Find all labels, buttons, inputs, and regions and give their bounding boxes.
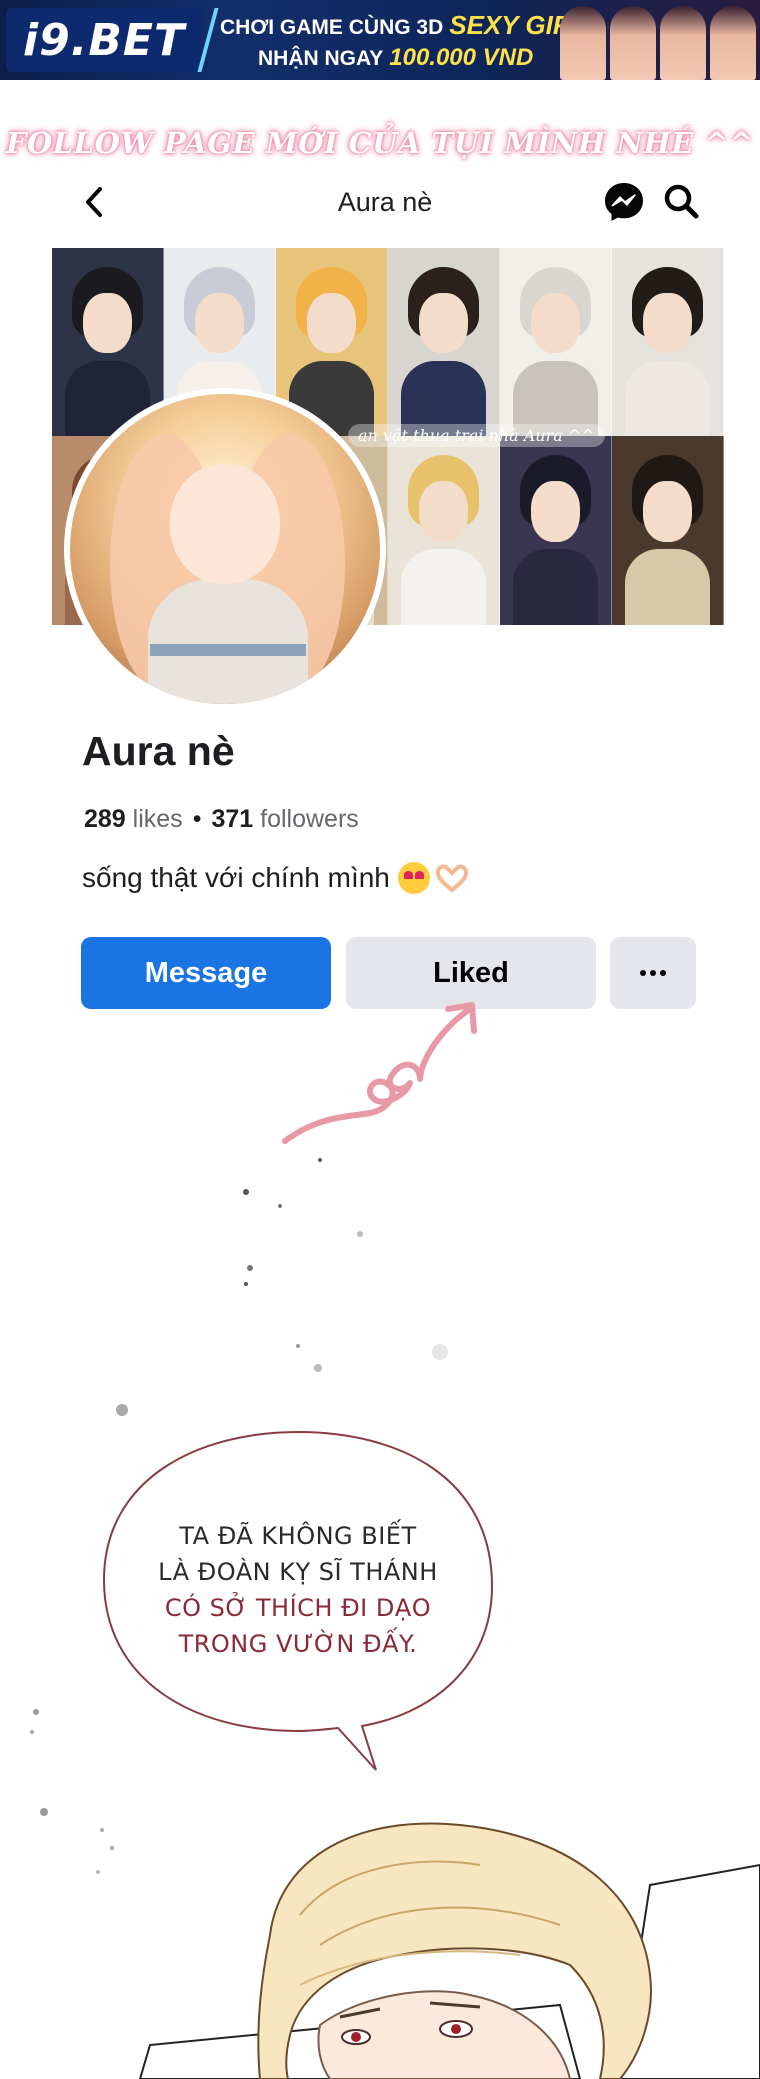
profile-bio: sống thật với chính mình [82,862,470,894]
cover-tile [500,248,612,436]
message-button-label: Message [144,956,268,989]
ad-figure [560,6,606,80]
likes-label[interactable]: likes [133,805,183,833]
ad-line1-text: CHƠI GAME CÙNG 3D [220,16,444,39]
ad-figure [710,6,756,80]
heart-eyes-emoji-icon [397,862,430,894]
ad-figure [610,6,656,80]
ad-logo: i9.BET [6,8,219,72]
search-icon[interactable] [662,182,700,220]
ad-line2-highlight: 100.000 VND [389,44,534,71]
bio-text: sống thật với chính mình [82,862,390,893]
profile-header: Aura nè [60,172,710,232]
blond-character-illustration [138,1822,760,2079]
more-options-button[interactable] [610,937,696,1009]
pink-arrow-doodle [282,1002,477,1144]
heart-hands-emoji-icon [435,864,468,893]
likes-count: 289 [84,805,126,833]
ad-figures-image [560,0,756,80]
messenger-icon[interactable] [602,180,646,224]
cover-tile [388,248,500,436]
ad-brand: i9.BET [22,14,186,66]
follow-banner-text: FOLLOW PAGE MỚI CỦA TỤI MÌNH NHÉ ^^ [5,126,755,160]
cover-tile [612,248,724,436]
ad-headline: CHƠI GAME CÙNG 3D SEXY GIRL [220,10,588,41]
profile-avatar[interactable] [64,388,386,710]
speech-bubble-text: TA ĐÃ KHÔNG BIẾT LÀ ĐOÀN KỴ SĨ THÁNH CÓ … [100,1518,496,1662]
profile-stats: 289 likes • 371 followers [84,805,359,834]
profile-name: Aura nè [82,728,235,774]
ad-subheadline: NHẬN NGAY 100.000 VND [258,44,533,72]
bubble-line-2: LÀ ĐOÀN KỴ SĨ THÁNH [158,1558,438,1586]
followers-count: 371 [211,805,254,833]
cover-tile [612,436,724,625]
stats-separator: • [192,805,202,833]
followers-label[interactable]: followers [260,805,359,833]
cover-caption: an vật thua trai nhà Aura ^^ [348,424,605,447]
liked-button-label: Liked [433,956,509,989]
ad-banner[interactable]: i9.BET CHƠI GAME CÙNG 3D SEXY GIRL NHẬN N… [0,0,760,80]
cover-tile [500,436,612,625]
ad-figure [660,6,706,80]
bubble-line-1: TA ĐÃ KHÔNG BIẾT [179,1522,417,1550]
bubble-line-3: CÓ SỞ THÍCH ĐI DẠO [164,1594,432,1622]
ad-line2-text: NHẬN NGAY [258,47,384,70]
more-horizontal-icon [640,970,666,976]
cover-tile [388,436,500,625]
bubble-line-4: TRONG VƯỜN ĐẤY. [178,1630,418,1658]
